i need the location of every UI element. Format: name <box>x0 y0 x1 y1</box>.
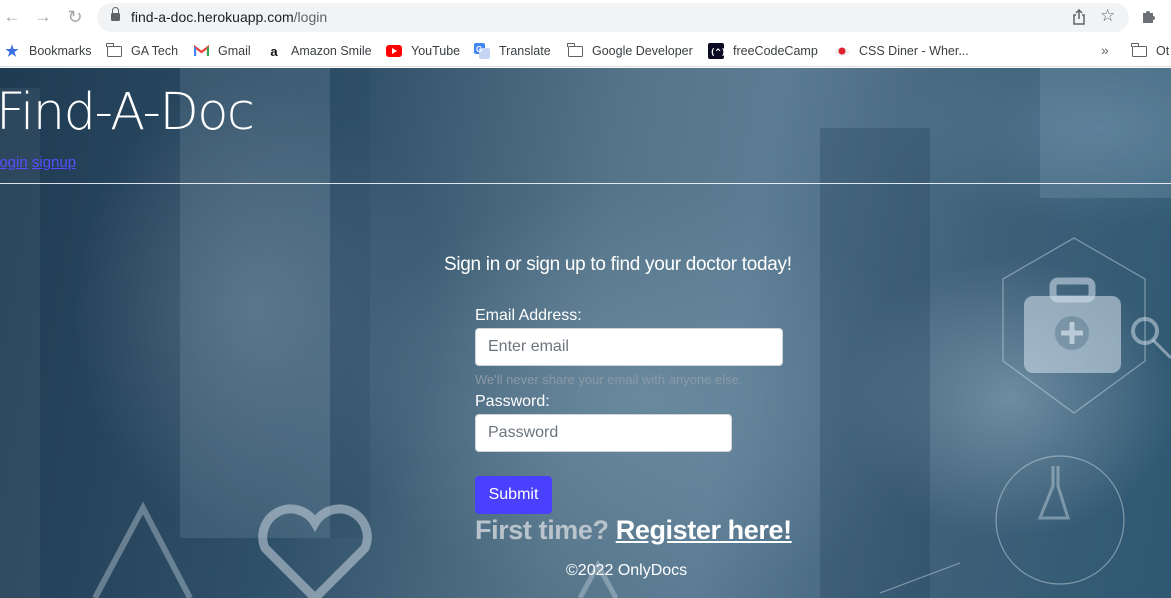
header-divider <box>0 183 1171 184</box>
bookmarks-bar: ★ Bookmarks GA Tech Gmail a Amazon Smile… <box>0 35 1171 67</box>
register-prompt: First time? Register here! <box>475 515 792 546</box>
register-link[interactable]: Register here! <box>616 515 792 545</box>
bookmark-label: Translate <box>499 44 551 58</box>
browser-toolbar: ← → ↻ find-a-doc.herokuapp.com/login ☆ <box>0 0 1171 35</box>
css-diner-icon <box>834 43 850 59</box>
bookmark-label: GA Tech <box>131 44 179 58</box>
bookmark-translate[interactable]: G Translate <box>474 43 551 59</box>
bookmark-label: Ot <box>1156 44 1170 58</box>
bookmark-label: Gmail <box>218 44 251 58</box>
back-arrow-icon[interactable]: ← <box>1 6 23 28</box>
url-path: /login <box>293 9 328 25</box>
svg-text:(^): (^) <box>710 48 724 58</box>
bookmark-label: Bookmarks <box>29 44 92 58</box>
lock-icon <box>111 7 120 22</box>
extensions-puzzle-icon[interactable] <box>1141 8 1157 24</box>
bookmark-amazon-smile[interactable]: a Amazon Smile <box>266 43 372 59</box>
tagline: Sign in or sign up to find your doctor t… <box>444 254 792 275</box>
site-title: Find-A-Doc <box>0 83 255 142</box>
freecodecamp-icon: (^) <box>708 43 724 59</box>
bookmark-freecodecamp[interactable]: (^) freeCodeCamp <box>708 43 818 59</box>
first-time-text: First time? <box>475 515 609 545</box>
bookmark-label: Google Developer <box>592 44 693 58</box>
bookmark-star-icon[interactable]: ☆ <box>1100 6 1115 26</box>
signup-link[interactable]: signup <box>32 154 76 171</box>
bookmark-other[interactable]: Ot <box>1131 42 1170 59</box>
youtube-icon <box>386 43 402 59</box>
folder-icon <box>1131 42 1147 59</box>
reload-icon[interactable]: ↻ <box>64 6 86 28</box>
password-label: Password: <box>475 393 550 410</box>
folder-icon <box>106 42 122 59</box>
submit-button[interactable]: Submit <box>475 476 552 514</box>
url-host: find-a-doc.herokuapp.com <box>131 9 294 25</box>
bookmark-youtube[interactable]: YouTube <box>386 43 460 59</box>
url-text: find-a-doc.herokuapp.com/login <box>131 9 327 25</box>
more-bookmarks-chevron-icon[interactable]: » <box>1101 42 1109 58</box>
site-nav: login signup <box>0 154 76 171</box>
login-link[interactable]: login <box>0 154 28 171</box>
bookmark-ga-tech[interactable]: GA Tech <box>106 42 179 59</box>
bookmark-google-developer[interactable]: Google Developer <box>567 42 693 59</box>
bookmark-label: CSS Diner - Wher... <box>859 44 969 58</box>
email-help-text: We'll never share your email with anyone… <box>475 372 743 387</box>
footer-copyright: ©2022 OnlyDocs <box>566 562 688 579</box>
bookmark-gmail[interactable]: Gmail <box>193 43 251 59</box>
bookmark-label: freeCodeCamp <box>733 44 818 58</box>
gmail-icon <box>193 43 209 59</box>
share-icon[interactable] <box>1072 9 1086 25</box>
bookmark-label: YouTube <box>411 44 461 58</box>
password-field[interactable] <box>475 414 732 452</box>
amazon-icon: a <box>270 43 278 59</box>
bookmark-bookmarks[interactable]: ★ Bookmarks <box>4 43 92 60</box>
page-viewport: Find-A-Doc login signup Sign in or sign … <box>0 68 1171 598</box>
bookmark-css-diner[interactable]: CSS Diner - Wher... <box>834 43 969 59</box>
forward-arrow-icon[interactable]: → <box>32 6 54 28</box>
svg-text:G: G <box>476 45 482 54</box>
email-field[interactable] <box>475 328 783 366</box>
bookmark-label: Amazon Smile <box>291 44 372 58</box>
email-label: Email Address: <box>475 307 582 324</box>
folder-icon <box>567 42 583 59</box>
star-icon: ★ <box>5 43 19 60</box>
translate-icon: G <box>474 43 490 59</box>
address-bar[interactable]: find-a-doc.herokuapp.com/login ☆ <box>97 3 1129 32</box>
